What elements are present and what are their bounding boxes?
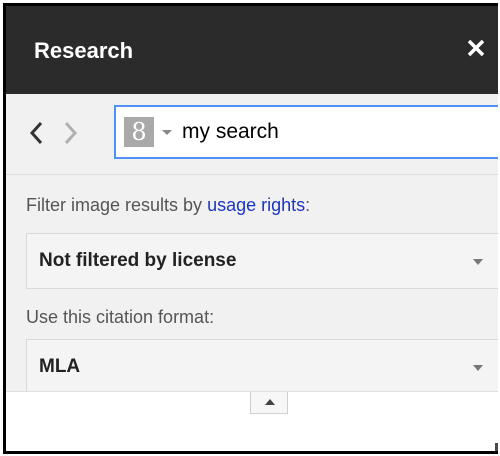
usage-label-suffix: : bbox=[305, 195, 311, 215]
chevron-up-icon bbox=[265, 399, 275, 405]
google-plus-icon[interactable]: 8 bbox=[124, 117, 154, 147]
usage-label-prefix: Filter image results by bbox=[26, 195, 208, 215]
research-panel: Research 8 my search Filter image result… bbox=[3, 3, 498, 454]
citation-format-value: MLA bbox=[39, 356, 81, 377]
results-area bbox=[6, 391, 498, 451]
panel-title: Research bbox=[34, 38, 134, 63]
chevron-down-icon[interactable] bbox=[160, 127, 174, 137]
forward-button[interactable] bbox=[58, 118, 82, 148]
usage-filter-label: Filter image results by usage rights: bbox=[26, 195, 310, 216]
license-filter-value: Not filtered by license bbox=[39, 250, 237, 271]
chevron-left-icon bbox=[29, 121, 43, 145]
close-icon bbox=[467, 39, 485, 57]
usage-rights-link[interactable]: usage rights bbox=[207, 195, 305, 215]
chevron-right-icon bbox=[64, 121, 78, 145]
search-settings: Filter image results by usage rights: No… bbox=[6, 175, 498, 395]
chevron-down-icon bbox=[473, 365, 483, 371]
chevron-down-icon bbox=[473, 259, 483, 265]
license-filter-select[interactable]: Not filtered by license bbox=[26, 233, 498, 289]
close-button[interactable] bbox=[460, 32, 492, 64]
panel-header: Research bbox=[6, 6, 498, 94]
citation-format-label: Use this citation format: bbox=[26, 307, 215, 327]
scrollbar-handle[interactable] bbox=[495, 443, 498, 451]
search-input[interactable]: 8 my search bbox=[114, 105, 498, 159]
search-query: my search bbox=[182, 120, 279, 143]
back-button[interactable] bbox=[26, 118, 50, 148]
search-bar: 8 my search bbox=[6, 94, 498, 175]
citation-format-select[interactable]: MLA bbox=[26, 339, 498, 395]
collapse-settings-button[interactable] bbox=[250, 392, 288, 414]
